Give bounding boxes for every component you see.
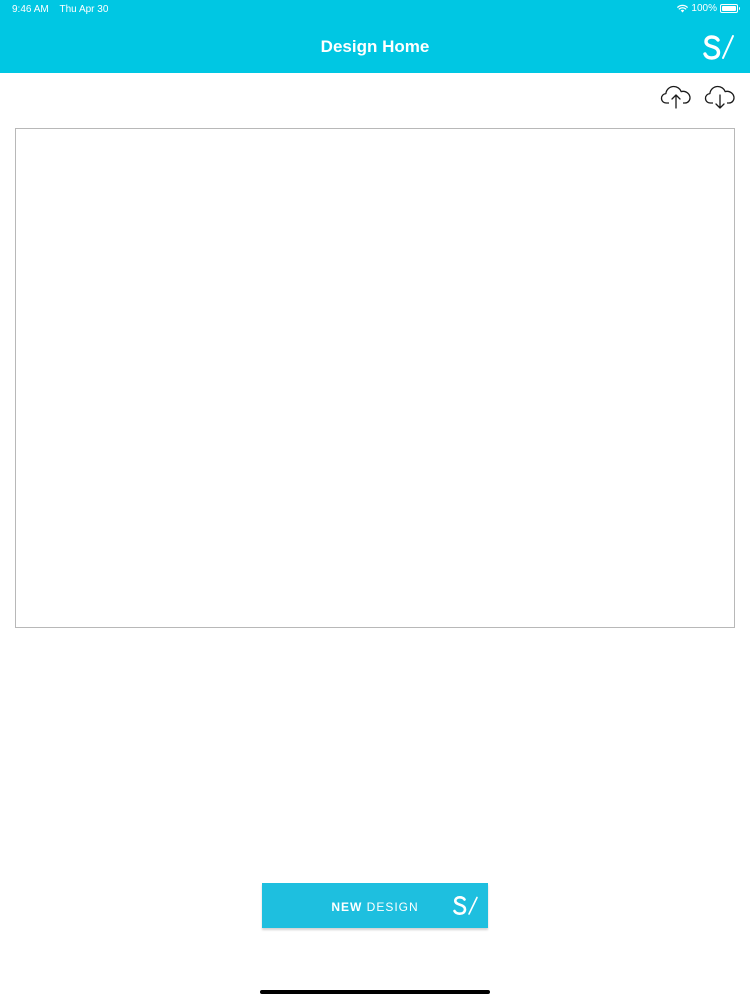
status-bar: 9:46 AM Thu Apr 30 100% — [0, 0, 750, 18]
cloud-download-icon[interactable] — [704, 82, 736, 110]
battery-percentage: 100% — [691, 3, 717, 14]
navigation-header: 9:46 AM Thu Apr 30 100% Design Home — [0, 0, 750, 73]
battery-icon — [720, 4, 740, 13]
designs-panel — [15, 128, 735, 628]
design-home-screen: 9:46 AM Thu Apr 30 100% Design Home NEW … — [0, 0, 750, 1000]
s-slash-logo-icon — [453, 895, 478, 916]
wifi-icon — [677, 4, 689, 13]
new-design-label-bold: NEW — [331, 900, 363, 914]
cloud-upload-icon[interactable] — [660, 82, 692, 110]
status-time: 9:46 AM — [12, 4, 49, 15]
page-title: Design Home — [320, 37, 430, 56]
home-indicator[interactable] — [260, 990, 490, 994]
battery-fill — [722, 6, 736, 11]
s-slash-logo-icon — [703, 35, 734, 60]
status-right: 100% — [677, 3, 740, 14]
status-date: Thu Apr 30 — [59, 4, 109, 15]
new-design-label-light: DESIGN — [366, 900, 419, 914]
new-design-button[interactable]: NEW DESIGN — [262, 883, 488, 928]
status-left: 9:46 AM Thu Apr 30 — [12, 4, 108, 15]
